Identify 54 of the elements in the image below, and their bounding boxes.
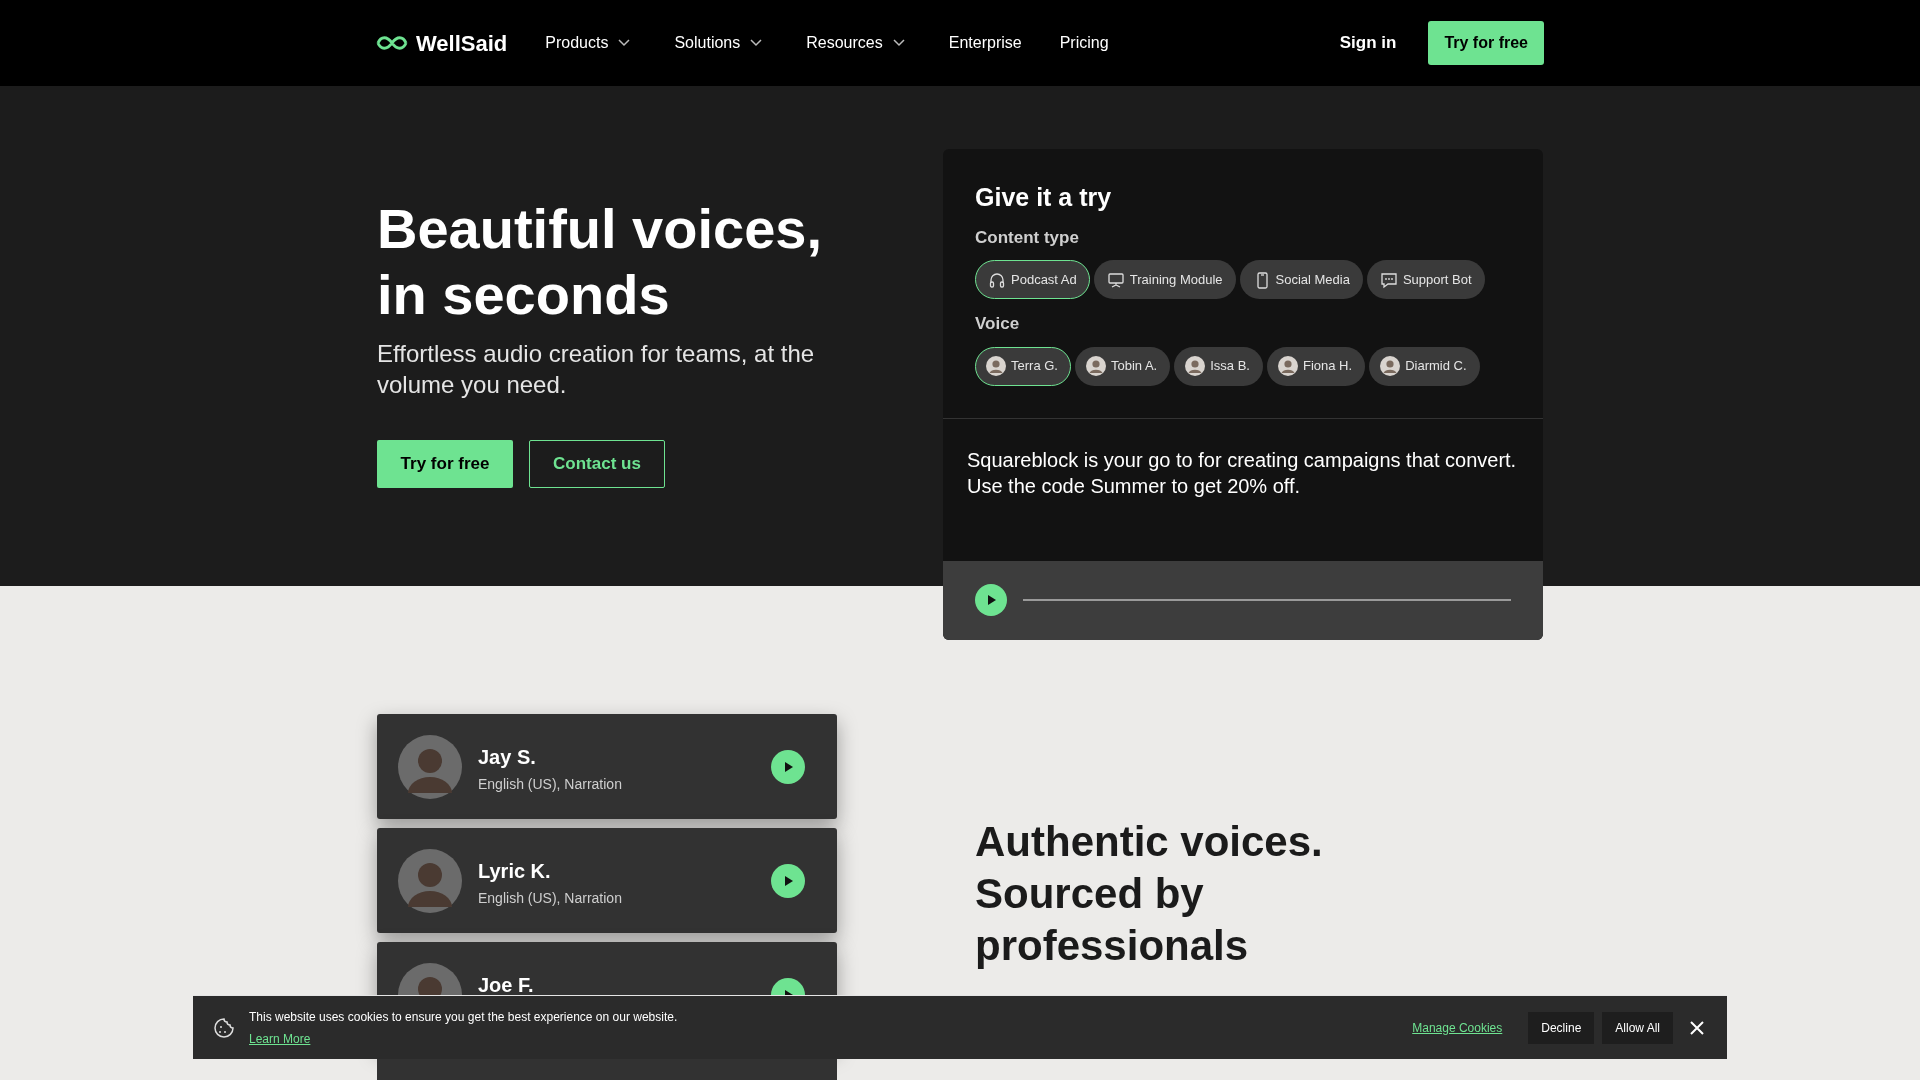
nav-link[interactable]: Products bbox=[545, 31, 631, 55]
avatar-icon bbox=[1278, 356, 1298, 376]
avatar-icon bbox=[398, 848, 462, 913]
play-icon bbox=[782, 874, 794, 887]
voice-chip[interactable]: Tobin A. bbox=[1074, 346, 1171, 386]
contact-us-button[interactable]: Contact us bbox=[529, 440, 665, 488]
content-type-chip[interactable]: Social Media bbox=[1239, 260, 1363, 299]
content-type-label: Content type bbox=[975, 226, 1080, 249]
cookie-message: This website uses cookies to ensure you get the best experience on our website. bbox=[249, 1008, 678, 1026]
voice-chip[interactable]: Terra G. bbox=[975, 346, 1071, 386]
sign-in-link[interactable]: Sign in bbox=[1339, 30, 1397, 56]
content-type-chip[interactable]: Podcast Ad bbox=[975, 260, 1090, 299]
hero-subtitle: Effortless audio creation for teams, at the volume you need. bbox=[377, 339, 816, 400]
voice-chip[interactable]: Fiona H. bbox=[1267, 346, 1366, 386]
voice-details: English (US), Narration bbox=[478, 775, 623, 794]
demo-title: Give it a try bbox=[975, 182, 1113, 213]
manage-cookies-link[interactable]: Manage Cookies bbox=[1412, 1018, 1503, 1037]
voice-name: Jay S. bbox=[478, 745, 537, 770]
voice-chip[interactable]: Diarmid C. bbox=[1369, 346, 1480, 386]
voice-label: Voice bbox=[975, 313, 1021, 335]
voice-chip[interactable]: Issa B. bbox=[1174, 346, 1263, 386]
cookie-icon bbox=[213, 1016, 235, 1039]
play-button[interactable] bbox=[975, 584, 1007, 616]
try-for-free-button[interactable]: Try for free bbox=[377, 440, 513, 488]
avatar-icon bbox=[1380, 356, 1401, 376]
logo-icon bbox=[376, 34, 408, 52]
content-type-chip[interactable]: Training Module bbox=[1093, 260, 1236, 299]
learn-more-link[interactable]: Learn More bbox=[249, 1029, 311, 1048]
decline-button[interactable]: Decline bbox=[1528, 1011, 1595, 1044]
brand-name: WellSaid bbox=[416, 29, 508, 58]
hero-heading: Beautiful voices, in seconds bbox=[377, 196, 824, 328]
nav-link[interactable]: Pricing bbox=[1059, 31, 1109, 55]
play-button[interactable] bbox=[771, 863, 805, 898]
voice-details: English (US), Narration bbox=[478, 889, 623, 908]
voice-name: Lyric K. bbox=[478, 859, 552, 884]
section-heading: Authentic voices. Sourced by professionals bbox=[975, 817, 1323, 971]
nav-link[interactable]: Solutions bbox=[674, 31, 763, 55]
play-icon bbox=[782, 760, 794, 773]
script-text: Squareblock is your go to for creating campaigns that convert. Use the code Summer to get 20% off. bbox=[966, 447, 1518, 499]
play-icon bbox=[985, 594, 997, 606]
voice-name: Joe F. bbox=[478, 973, 535, 998]
chat-bubble-icon bbox=[1379, 270, 1398, 289]
headphones-icon bbox=[988, 270, 1006, 289]
avatar-icon bbox=[398, 734, 462, 799]
avatar-icon bbox=[1185, 356, 1206, 376]
try-for-free-button[interactable]: Try for free bbox=[1428, 21, 1544, 65]
avatar-icon bbox=[1085, 356, 1106, 376]
nav-link[interactable]: Resources bbox=[806, 31, 905, 55]
content-type-chip[interactable]: Support Bot bbox=[1366, 260, 1485, 299]
nav-link[interactable]: Enterprise bbox=[948, 31, 1022, 55]
play-button[interactable] bbox=[771, 749, 805, 784]
presentation-icon bbox=[1106, 270, 1125, 289]
avatar-icon bbox=[986, 356, 1006, 376]
allow-all-button[interactable]: Allow All bbox=[1602, 1011, 1673, 1044]
